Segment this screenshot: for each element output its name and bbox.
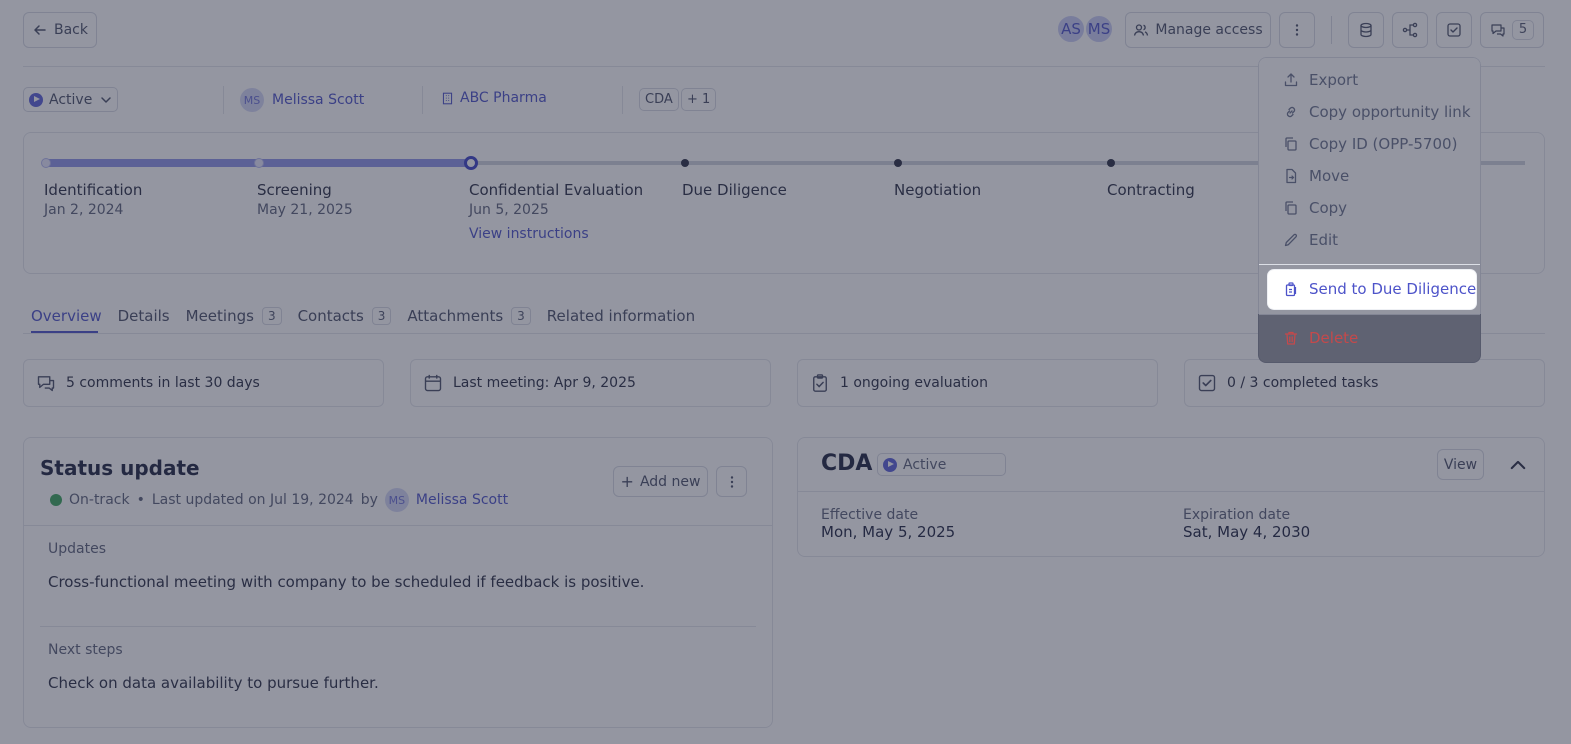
menu-item-copy[interactable]: Copy [1283,199,1347,217]
menu-label: Move [1309,167,1350,185]
menu-label: Copy ID (OPP-5700) [1309,135,1458,153]
menu-label: Export [1309,71,1359,89]
menu-item-move[interactable]: Move [1283,167,1349,185]
menu-item-edit[interactable]: Edit [1283,231,1338,249]
menu-item-copy-id[interactable]: Copy ID (OPP-5700) [1283,135,1457,153]
copy-icon [1285,137,1297,151]
menu-label: Delete [1309,329,1359,347]
menu-item-copy-link[interactable]: Copy opportunity link [1283,103,1471,121]
opportunity-page: Back AS MS Manage access 5 Active MS Mel… [0,0,1571,744]
menu-divider [1259,264,1480,265]
clipboard-copy-icon [1285,282,1297,297]
export-icon [1284,73,1298,87]
move-file-icon [1286,168,1297,184]
menu-label: Send to Due Diligence [1309,280,1477,298]
link-icon [1286,106,1296,118]
trash-icon [1284,331,1298,345]
menu-label: Copy opportunity link [1309,103,1471,121]
copy-icon [1285,201,1297,215]
pencil-icon [1284,233,1298,247]
menu-item-export[interactable]: Export [1283,71,1358,89]
menu-label: Copy [1309,199,1348,217]
menu-item-send-to-due-diligence[interactable]: Send to Due Diligence [1283,280,1476,298]
menu-item-delete[interactable]: Delete [1283,329,1358,347]
menu-label: Edit [1309,231,1339,249]
